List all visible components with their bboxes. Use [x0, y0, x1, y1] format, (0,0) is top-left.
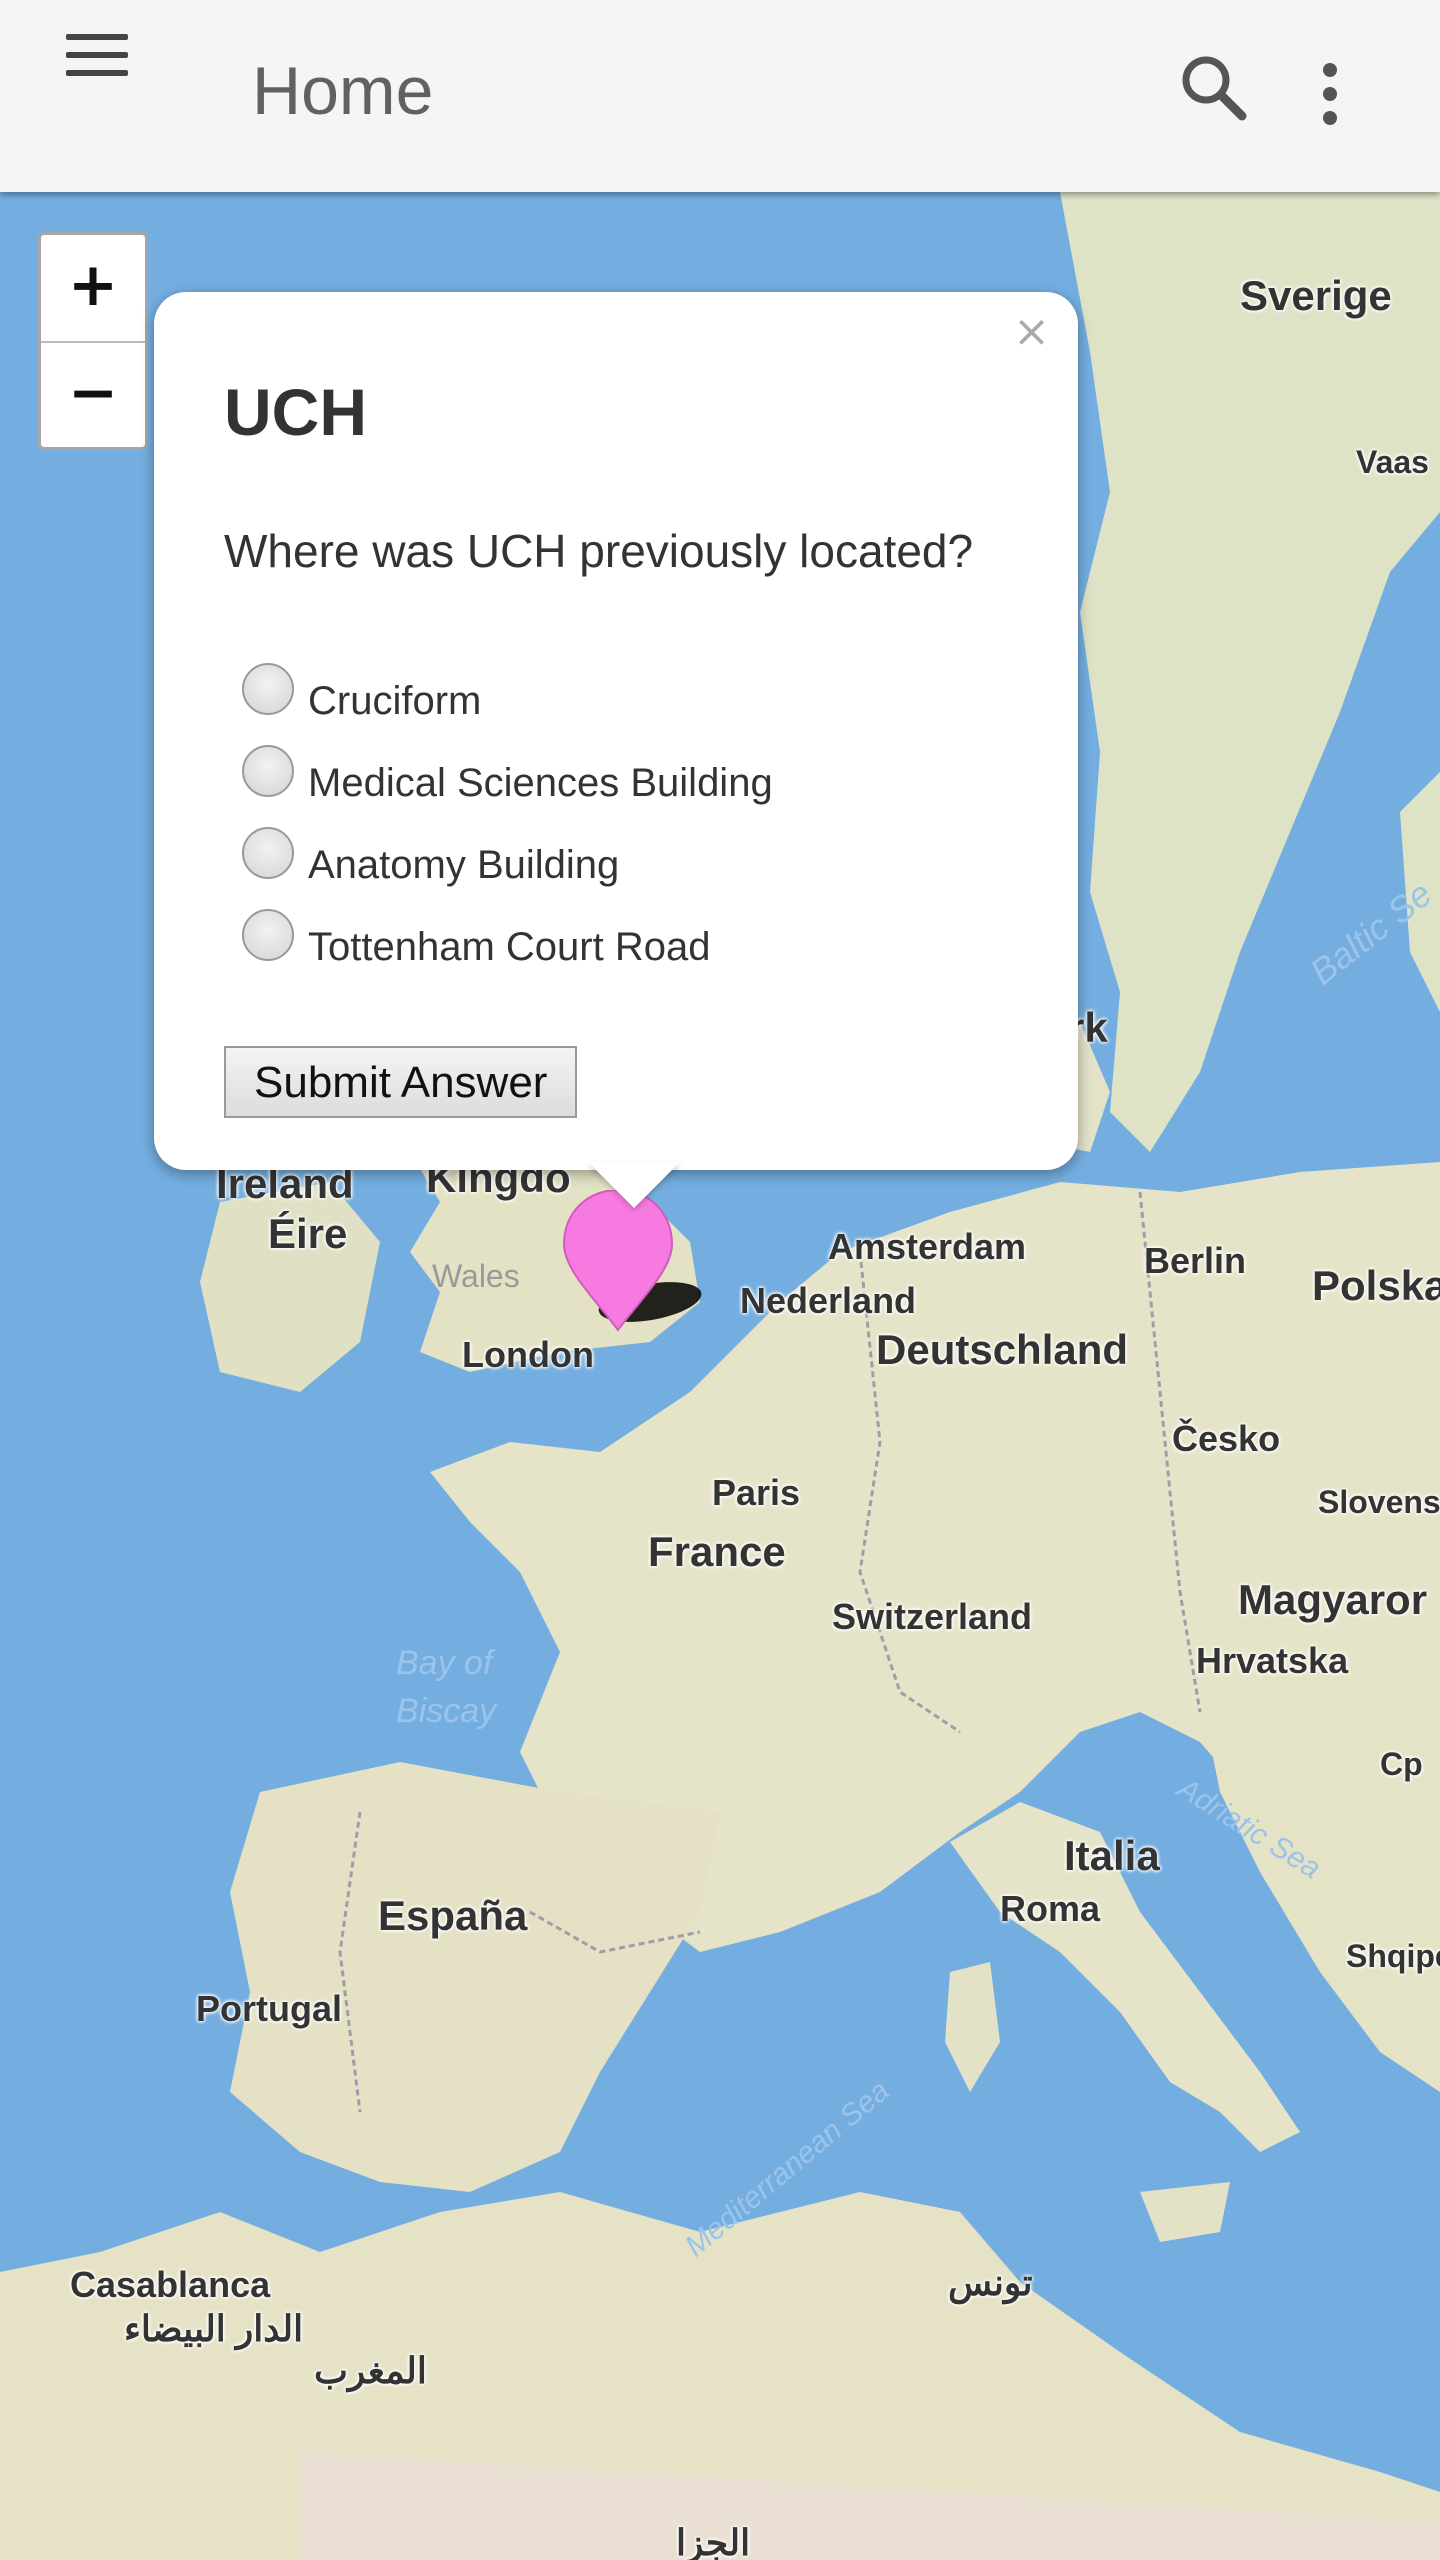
answer-option-label: Tottenham Court Road — [308, 924, 711, 969]
radio-button[interactable] — [242, 827, 294, 879]
map-label-berlin: Berlin — [1144, 1240, 1247, 1281]
map-label-casablanca-ar: الدار البيضاء — [124, 2308, 304, 2349]
submit-answer-button[interactable]: Submit Answer — [224, 1046, 578, 1118]
app-bar: Home — [0, 0, 1440, 192]
radio-button[interactable] — [242, 663, 294, 715]
map-label-roma: Roma — [1000, 1888, 1101, 1929]
map-label-sverige: Sverige — [1240, 272, 1392, 319]
popup-close-button[interactable]: × — [1013, 306, 1050, 357]
map-label-espana: España — [378, 1892, 528, 1939]
page-title: Home — [252, 53, 434, 129]
more-vert-icon[interactable] — [1300, 56, 1360, 132]
map-label-amsterdam: Amsterdam — [828, 1226, 1027, 1267]
map-label-algeria-ar: الجزا — [676, 2522, 751, 2560]
map-label-magyarorszag: Magyaror — [1238, 1576, 1428, 1623]
radio-button[interactable] — [242, 745, 294, 797]
map-label-casablanca: Casablanca — [70, 2264, 271, 2305]
answer-option[interactable]: Medical Sciences Building — [242, 745, 773, 808]
map-label-slovensko: Slovensk — [1318, 1484, 1440, 1520]
zoom-in-button[interactable]: + — [41, 235, 145, 343]
map-label-cesko: Česko — [1172, 1418, 1281, 1459]
map-label-bay-of: Bay of — [396, 1644, 493, 1682]
map-label-nederland: Nederland — [740, 1280, 917, 1321]
map-label-deutschland: Deutschland — [876, 1326, 1129, 1373]
question-popup: × UCH Where was UCH previously located? … — [154, 292, 1078, 1208]
popup-question: Where was UCH previously located? — [224, 525, 974, 577]
answer-option[interactable]: Anatomy Building — [242, 827, 620, 890]
map-label-france: France — [648, 1528, 786, 1575]
map-label-wales: Wales — [432, 1258, 520, 1294]
map-label-shqiperia: Shqipe — [1346, 1938, 1440, 1974]
radio-button[interactable] — [242, 909, 294, 961]
map-label-eire: Éire — [268, 1210, 348, 1257]
map-label-italia: Italia — [1064, 1832, 1160, 1879]
map-label-portugal: Portugal — [196, 1988, 343, 2029]
answer-option-label: Medical Sciences Building — [308, 760, 773, 805]
popup-tip — [588, 1162, 680, 1208]
map-label-switzerland: Switzerland — [832, 1596, 1033, 1637]
map-label-maghreb-ar: المغرب — [314, 2350, 427, 2391]
zoom-out-button[interactable]: − — [41, 343, 145, 447]
map-label-polska: Polska — [1312, 1262, 1440, 1309]
map-label-biscay: Biscay — [396, 1692, 497, 1730]
answer-option[interactable]: Cruciform — [242, 663, 482, 726]
zoom-control: + − — [38, 232, 148, 450]
map-label-cp: Cp — [1380, 1746, 1423, 1782]
popup-title: UCH — [224, 375, 367, 449]
answer-option-label: Anatomy Building — [308, 842, 620, 887]
map-label-vaasa: Vaas — [1356, 444, 1429, 480]
map-label-hrvatska: Hrvatska — [1196, 1640, 1349, 1681]
answer-option-label: Cruciform — [308, 678, 482, 723]
search-icon[interactable] — [1176, 50, 1256, 130]
map-label-tunis-ar: تونس — [948, 2262, 1033, 2303]
map-marker-icon[interactable] — [560, 1188, 710, 1345]
answer-option[interactable]: Tottenham Court Road — [242, 909, 711, 972]
map-label-paris: Paris — [712, 1472, 801, 1513]
menu-icon[interactable] — [52, 28, 140, 104]
